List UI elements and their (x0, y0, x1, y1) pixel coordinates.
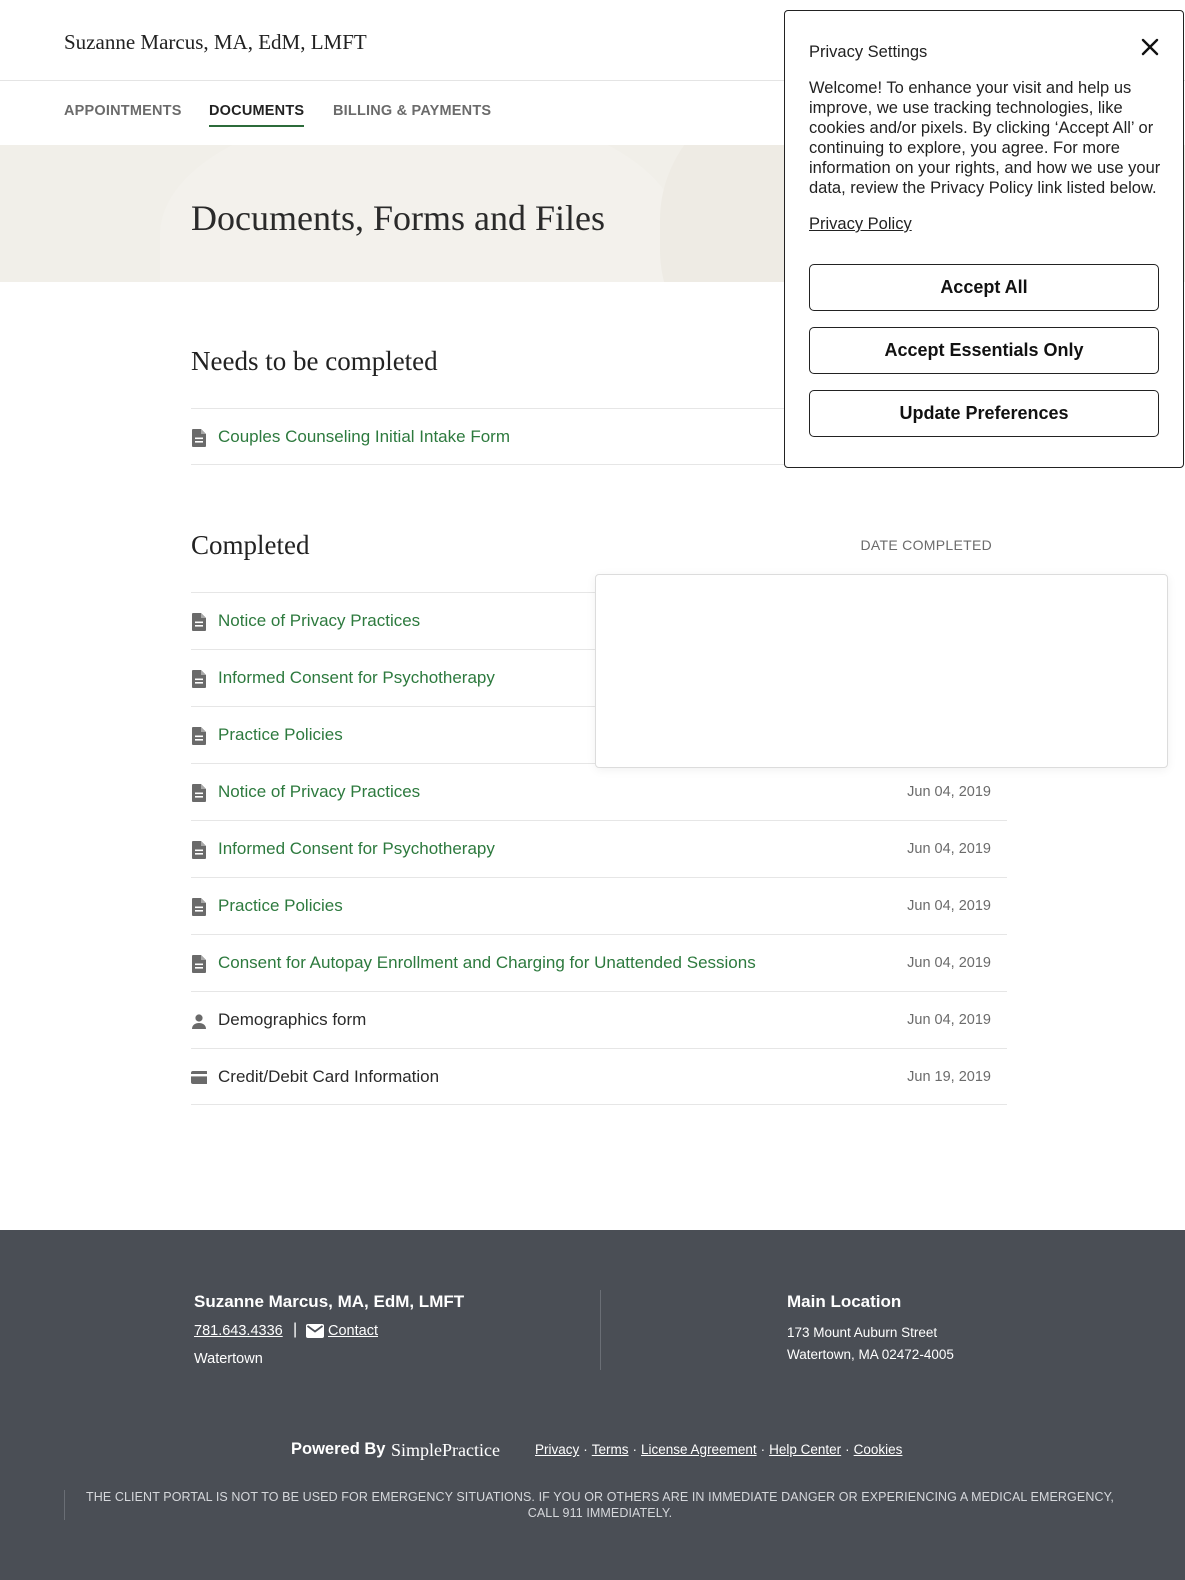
form-link[interactable]: Consent for Autopay Enrollment and Charg… (218, 953, 756, 973)
location-title: Main Location (787, 1292, 902, 1311)
dialog-title: Privacy Settings (809, 43, 928, 61)
form-link[interactable]: Couples Counseling Initial Intake Form (218, 427, 510, 447)
separator: | (293, 1321, 298, 1338)
simplepractice-logo[interactable]: SimplePractice (391, 1440, 500, 1461)
accept-all-button[interactable]: Accept All (809, 264, 1159, 311)
accept-essentials-button[interactable]: Accept Essentials Only (809, 327, 1159, 374)
privacy-link[interactable]: Privacy (535, 1442, 579, 1457)
credit-card-icon (191, 1071, 207, 1084)
powered-by-label: Powered By (291, 1440, 386, 1458)
address-line-2: Watertown, MA 02472-4005 (787, 1347, 954, 1362)
date-completed: Jun 04, 2019 (907, 841, 991, 857)
tab-documents[interactable]: DOCUMENTS (209, 103, 305, 127)
link-separator: · (632, 1442, 638, 1457)
form-label: Demographics form (218, 1010, 367, 1029)
mail-icon (306, 1324, 324, 1338)
document-icon (192, 898, 206, 916)
footer: Suzanne Marcus, MA, EdM, LMFT 781.643.43… (0, 1230, 1185, 1580)
dialog-body: Welcome! To enhance your visit and help … (809, 79, 1161, 197)
page-title: Documents, Forms and Files (191, 198, 605, 238)
list-item[interactable]: Demographics form Jun 04, 2019 (191, 991, 1007, 1048)
document-icon (192, 613, 206, 631)
privacy-settings-dialog: Privacy Settings Welcome! To enhance you… (784, 10, 1184, 468)
document-icon (192, 429, 206, 447)
footer-rule (64, 1490, 65, 1520)
date-completed-header: DATE COMPLETED (860, 537, 992, 553)
privacy-policy-link[interactable]: Privacy Policy (809, 215, 912, 234)
document-icon (192, 841, 206, 859)
date-completed: Jun 04, 2019 (907, 898, 991, 914)
form-link[interactable]: Informed Consent for Psychotherapy (218, 668, 495, 688)
footer-city: Watertown (194, 1351, 263, 1367)
form-link[interactable]: Informed Consent for Psychotherapy (218, 839, 495, 859)
form-link[interactable]: Notice of Privacy Practices (218, 782, 420, 802)
tab-appointments[interactable]: APPOINTMENTS (64, 103, 182, 125)
license-agreement-link[interactable]: License Agreement (641, 1442, 757, 1457)
help-center-link[interactable]: Help Center (769, 1442, 841, 1457)
date-completed: Jun 04, 2019 (907, 1012, 991, 1028)
address-line-1: 173 Mount Auburn Street (787, 1325, 938, 1340)
list-item[interactable]: Informed Consent for Psychotherapy Jun 0… (191, 820, 1007, 877)
list-item[interactable]: Practice Policies Jun 04, 2019 (191, 877, 1007, 934)
tab-billing-payments[interactable]: BILLING & PAYMENTS (333, 103, 491, 125)
phone-link[interactable]: 781.643.4336 (194, 1323, 283, 1339)
close-icon[interactable] (1140, 37, 1160, 57)
link-separator: · (845, 1442, 850, 1457)
contact-link[interactable]: Contact (328, 1323, 378, 1339)
list-item[interactable]: Consent for Autopay Enrollment and Charg… (191, 934, 1007, 991)
footer-divider (600, 1290, 601, 1370)
document-icon (192, 784, 206, 802)
cookies-link[interactable]: Cookies (854, 1442, 903, 1457)
link-separator: · (583, 1442, 588, 1457)
emergency-disclaimer: THE CLIENT PORTAL IS NOT TO BE USED FOR … (86, 1490, 1114, 1520)
form-link[interactable]: Practice Policies (218, 725, 343, 745)
document-icon (192, 955, 206, 973)
date-completed: Jun 04, 2019 (907, 955, 991, 971)
empty-popover (595, 574, 1168, 768)
update-preferences-button[interactable]: Update Preferences (809, 390, 1159, 437)
link-separator: · (760, 1442, 766, 1457)
terms-link[interactable]: Terms (592, 1442, 629, 1457)
footer-links: Privacy · Terms · License Agreement · Help Cen… (535, 1442, 902, 1457)
needs-section-title: Needs to be completed (191, 346, 438, 376)
form-link[interactable]: Practice Policies (218, 896, 343, 916)
person-icon (192, 1014, 206, 1029)
document-icon (192, 670, 206, 688)
form-label: Credit/Debit Card Information (218, 1067, 440, 1086)
completed-section-title: Completed (191, 530, 310, 560)
footer-practice-name: Suzanne Marcus, MA, EdM, LMFT (194, 1292, 465, 1311)
list-item[interactable]: Notice of Privacy Practices Jun 04, 2019 (191, 763, 1007, 820)
date-completed: Jun 19, 2019 (907, 1069, 991, 1085)
date-completed: Jun 04, 2019 (907, 784, 991, 800)
document-icon (192, 727, 206, 745)
list-item[interactable]: Credit/Debit Card Information Jun 19, 20… (191, 1048, 1007, 1105)
practice-name[interactable]: Suzanne Marcus, MA, EdM, LMFT (64, 30, 367, 55)
form-link[interactable]: Notice of Privacy Practices (218, 611, 420, 631)
